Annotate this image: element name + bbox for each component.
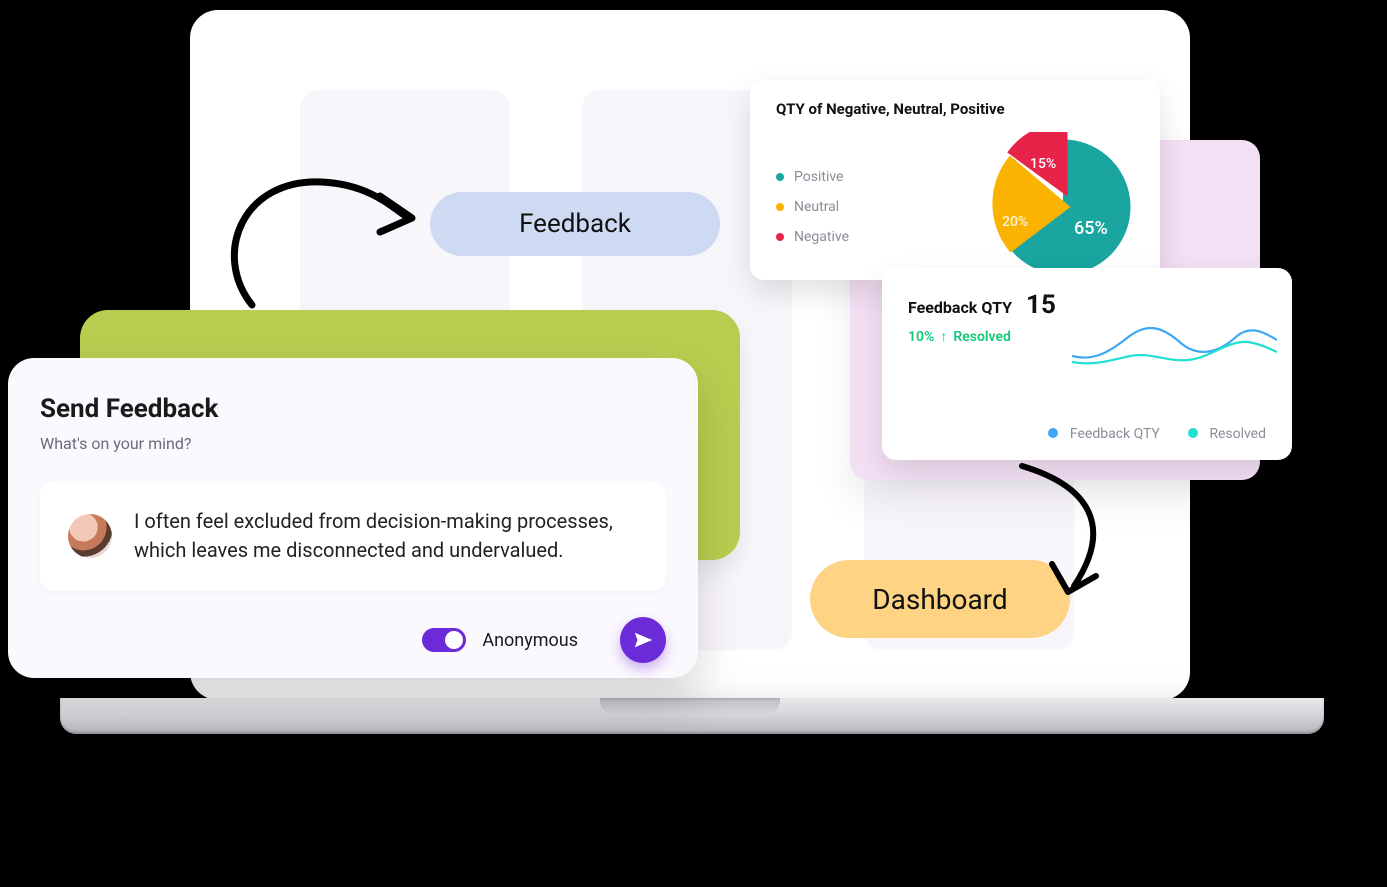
feedback-pill-label: Feedback bbox=[519, 209, 631, 239]
send-button[interactable] bbox=[620, 617, 666, 663]
resolved-label: Resolved bbox=[953, 329, 1011, 345]
legend-item-neutral: Neutral bbox=[776, 199, 849, 215]
legend-negative-label: Negative bbox=[794, 229, 849, 245]
pie-chart: 65% 20% 15% bbox=[988, 132, 1138, 282]
line-card-value: 15 bbox=[1026, 290, 1056, 320]
feedback-input-area[interactable]: I often feel excluded from decision-maki… bbox=[40, 481, 666, 591]
dot-icon bbox=[776, 203, 784, 211]
pie-label-negative: 15% bbox=[1030, 156, 1056, 172]
laptop-notch bbox=[600, 698, 780, 714]
sentiment-pie-card: QTY of Negative, Neutral, Positive Posit… bbox=[750, 80, 1160, 280]
pie-legend: Positive Neutral Negative bbox=[776, 169, 849, 245]
send-feedback-actions: Anonymous bbox=[40, 617, 666, 663]
dot-icon bbox=[1188, 428, 1198, 438]
pie-label-neutral: 20% bbox=[1002, 214, 1028, 230]
dot-icon bbox=[1048, 428, 1058, 438]
arrow-up-icon: ↑ bbox=[940, 328, 947, 345]
legend-item-positive: Positive bbox=[776, 169, 849, 185]
dashboard-pill-label: Dashboard bbox=[872, 583, 1007, 616]
send-feedback-card: Send Feedback What's on your mind? I oft… bbox=[8, 358, 698, 678]
resolved-pct: 10% bbox=[908, 329, 934, 345]
feedback-qty-card: Feedback QTY 15 10% ↑ Resolved Feedback … bbox=[882, 268, 1292, 460]
arrow-to-feedback-icon bbox=[212, 160, 432, 310]
arrow-to-dashboard-icon bbox=[1004, 456, 1134, 616]
dot-icon bbox=[776, 173, 784, 181]
anonymous-toggle[interactable] bbox=[422, 628, 466, 652]
pie-svg bbox=[988, 132, 1138, 282]
legend-resolved-label: Resolved bbox=[1209, 426, 1266, 442]
send-feedback-title: Send Feedback bbox=[40, 394, 666, 424]
feedback-pill: Feedback bbox=[430, 192, 720, 256]
pie-card-title: QTY of Negative, Neutral, Positive bbox=[776, 100, 1138, 118]
legend-feedback-label: Feedback QTY bbox=[1070, 426, 1160, 442]
legend-positive-label: Positive bbox=[794, 169, 843, 185]
legend-resolved: Resolved bbox=[1188, 426, 1266, 442]
dot-icon bbox=[776, 233, 784, 241]
line-card-title: Feedback QTY bbox=[908, 298, 1012, 317]
legend-neutral-label: Neutral bbox=[794, 199, 839, 215]
line-chart bbox=[1072, 316, 1277, 376]
legend-feedback-qty: Feedback QTY bbox=[1048, 426, 1159, 442]
send-icon bbox=[632, 629, 654, 651]
legend-item-negative: Negative bbox=[776, 229, 849, 245]
pie-label-positive: 65% bbox=[1074, 218, 1108, 239]
feedback-message[interactable]: I often feel excluded from decision-maki… bbox=[134, 507, 638, 565]
avatar bbox=[68, 514, 112, 558]
line-legend: Feedback QTY Resolved bbox=[1048, 426, 1266, 442]
send-feedback-subtitle: What's on your mind? bbox=[40, 434, 666, 453]
anonymous-label: Anonymous bbox=[482, 630, 578, 651]
